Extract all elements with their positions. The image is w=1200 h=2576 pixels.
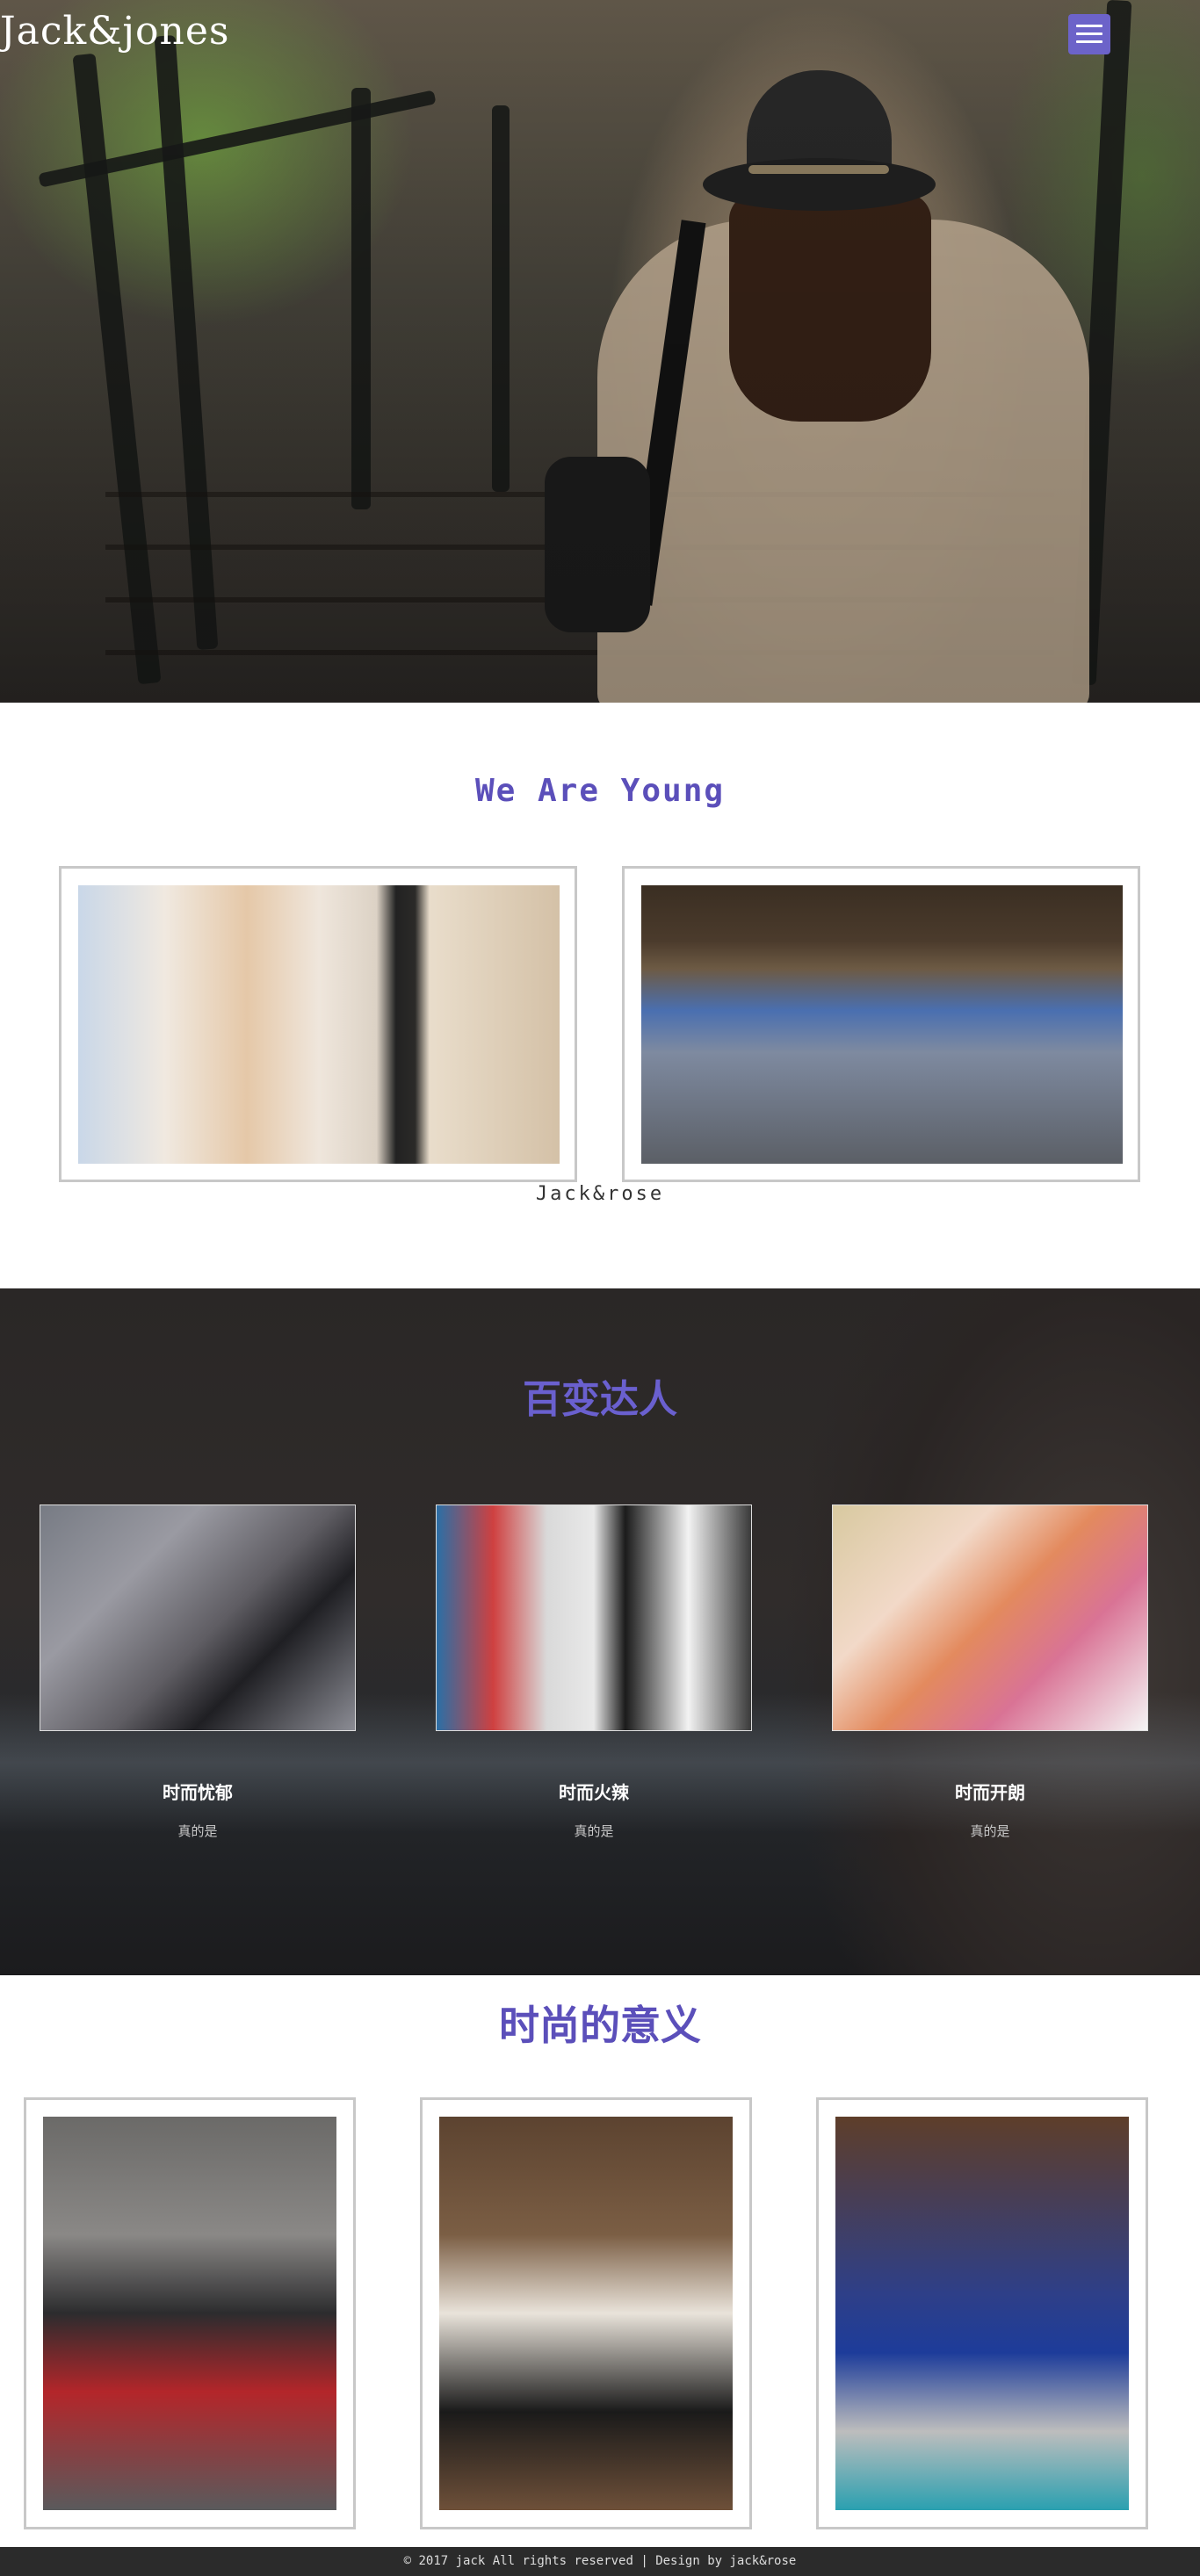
- section-title-young: We Are Young: [474, 773, 726, 809]
- variety-section: 百变达人 时而忧郁 真的是 时而火辣 真的是 时而开朗 真的是: [0, 1288, 1200, 1975]
- hamburger-menu-icon-bar: [1076, 32, 1102, 35]
- photo-frame[interactable]: [24, 2097, 356, 2529]
- photo-cheerful: [832, 1504, 1148, 1731]
- photo-men-suits: [641, 885, 1123, 1164]
- style-card[interactable]: 时而开朗 真的是: [832, 1504, 1148, 1840]
- card-subtitle: 真的是: [177, 1823, 218, 1839]
- photo-melancholy: [40, 1504, 356, 1731]
- style-card[interactable]: 时而火辣 真的是: [436, 1504, 752, 1840]
- menu-button[interactable]: [1068, 14, 1110, 54]
- card-subtitle: 真的是: [970, 1823, 1010, 1839]
- section-title-variety: 百变达人: [523, 1377, 677, 1422]
- style-card[interactable]: 时而忧郁 真的是: [40, 1504, 356, 1840]
- hamburger-menu-icon-bar: [1076, 40, 1102, 43]
- photo-frame[interactable]: [420, 2097, 752, 2529]
- site-logo[interactable]: Jack&jones: [0, 9, 229, 54]
- photo-fiery: [436, 1504, 752, 1731]
- footer: © 2017 jack All rights reserved | Design…: [0, 2547, 1200, 2576]
- hero-banner: [0, 0, 1200, 703]
- photo-frame[interactable]: [59, 866, 577, 1182]
- photo-red-dress: [43, 2117, 336, 2510]
- section-title-meaning: 时尚的意义: [499, 2002, 701, 2049]
- photo-red-tshirt: [78, 885, 560, 1164]
- section-caption: Jack&rose: [535, 1183, 665, 1205]
- hero-overlay: [0, 0, 1200, 703]
- photo-frame[interactable]: [816, 2097, 1148, 2529]
- card-title: 时而火辣: [559, 1782, 629, 1803]
- card-subtitle: 真的是: [574, 1823, 614, 1839]
- photo-frame[interactable]: [622, 866, 1140, 1182]
- photo-blue-lace: [835, 2117, 1129, 2510]
- hamburger-menu-icon: [1076, 25, 1102, 27]
- photo-white-vest: [439, 2117, 733, 2510]
- card-title: 时而忧郁: [163, 1782, 233, 1803]
- card-title: 时而开朗: [955, 1782, 1025, 1803]
